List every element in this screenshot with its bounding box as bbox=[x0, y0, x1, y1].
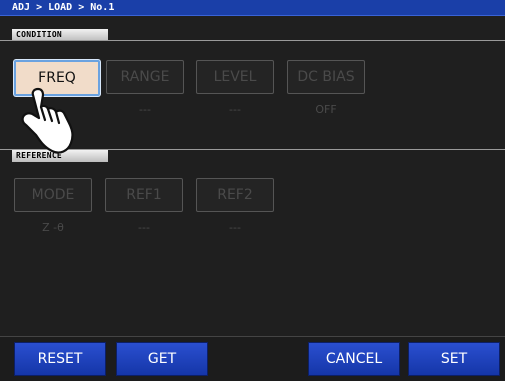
condition-divider bbox=[0, 40, 505, 41]
range-button-label: RANGE bbox=[120, 69, 170, 85]
cancel-button[interactable]: CANCEL bbox=[308, 342, 400, 376]
get-button[interactable]: GET bbox=[116, 342, 208, 376]
range-value: --- bbox=[139, 103, 151, 116]
ref2-button[interactable]: REF2 bbox=[196, 178, 274, 212]
reset-button[interactable]: RESET bbox=[14, 342, 106, 376]
breadcrumb: ADJ > LOAD > No.1 bbox=[12, 2, 115, 13]
ref1-button[interactable]: REF1 bbox=[105, 178, 183, 212]
ref2-button-label: REF2 bbox=[217, 187, 253, 203]
ref2-value: --- bbox=[229, 221, 241, 234]
mode-value: Z -θ bbox=[42, 221, 64, 234]
get-button-label: GET bbox=[147, 351, 177, 367]
cancel-button-label: CANCEL bbox=[325, 351, 383, 367]
dc-bias-button-label: DC BIAS bbox=[297, 69, 355, 85]
set-button[interactable]: SET bbox=[408, 342, 500, 376]
ref1-button-label: REF1 bbox=[126, 187, 162, 203]
title-bar: ADJ > LOAD > No.1 bbox=[0, 0, 505, 16]
level-button-label: LEVEL bbox=[213, 69, 257, 85]
dc-bias-button[interactable]: DC BIAS bbox=[287, 60, 365, 94]
level-value: --- bbox=[229, 103, 241, 116]
set-button-label: SET bbox=[440, 351, 468, 367]
dc-bias-value: OFF bbox=[315, 103, 337, 116]
reset-button-label: RESET bbox=[37, 351, 83, 367]
range-button[interactable]: RANGE bbox=[106, 60, 184, 94]
ref1-value: --- bbox=[138, 221, 150, 234]
freq-button-label: FREQ bbox=[38, 70, 76, 86]
hand-pointer-icon bbox=[21, 87, 74, 154]
mode-button-label: MODE bbox=[31, 187, 75, 203]
mode-button[interactable]: MODE bbox=[14, 178, 92, 212]
level-button[interactable]: LEVEL bbox=[196, 60, 274, 94]
